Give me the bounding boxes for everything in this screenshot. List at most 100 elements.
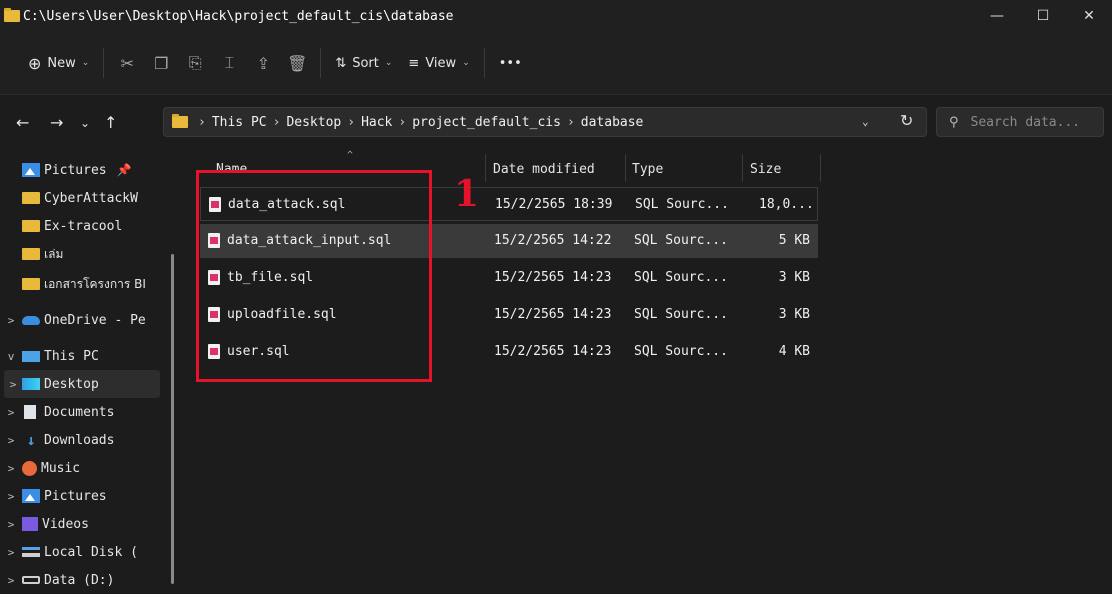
cut-icon[interactable]: ✂ bbox=[110, 54, 144, 73]
pc-icon bbox=[22, 350, 40, 362]
sidebar-item-desktop[interactable]: > Desktop bbox=[4, 370, 160, 398]
breadcrumb-database[interactable]: database bbox=[581, 115, 644, 130]
file-size: 5 KB bbox=[778, 233, 810, 248]
new-button[interactable]: ⊕ New ⌄ bbox=[20, 43, 97, 83]
breadcrumb-separator-icon: › bbox=[398, 114, 407, 130]
sidebar-item-label: Desktop bbox=[44, 376, 99, 392]
chevron-right-icon[interactable]: > bbox=[0, 546, 22, 559]
sidebar-item-data-drive[interactable]: > Data (D:) bbox=[0, 566, 170, 594]
sidebar-item-thai-folder[interactable]: เล่ม bbox=[0, 240, 170, 268]
sort-button[interactable]: ⇅ Sort ⌄ bbox=[327, 43, 400, 83]
sidebar-item-this-pc[interactable]: v This PC bbox=[0, 342, 170, 370]
file-type: SQL Sourc... bbox=[635, 197, 729, 212]
sidebar-item-videos[interactable]: > Videos bbox=[0, 510, 170, 538]
close-button[interactable]: ✕ bbox=[1066, 0, 1112, 32]
column-divider[interactable] bbox=[742, 154, 743, 182]
chevron-down-icon: ⌄ bbox=[462, 58, 470, 68]
chevron-right-icon[interactable]: > bbox=[0, 462, 22, 475]
breadcrumb-desktop[interactable]: Desktop bbox=[286, 115, 341, 130]
file-size: 18,0... bbox=[759, 197, 814, 212]
sidebar-item-label: Downloads bbox=[44, 432, 115, 448]
sidebar-item-label: Documents bbox=[44, 404, 115, 420]
sidebar-item-label: เล่ม bbox=[44, 246, 64, 261]
pin-icon: 📌 bbox=[116, 163, 132, 177]
up-arrow-icon[interactable]: ↑ bbox=[104, 113, 117, 132]
sidebar-item-label: Data (D:) bbox=[44, 572, 115, 588]
refresh-icon[interactable]: ↻ bbox=[900, 111, 913, 130]
chevron-down-icon[interactable]: v bbox=[0, 350, 22, 363]
address-bar[interactable]: › This PC › Desktop › Hack › project_def… bbox=[163, 107, 927, 137]
chevron-right-icon[interactable]: > bbox=[0, 574, 22, 587]
column-divider[interactable] bbox=[820, 154, 821, 182]
sidebar-item-onedrive[interactable]: > OneDrive - Pe bbox=[0, 306, 170, 334]
sidebar-scrollbar[interactable] bbox=[171, 254, 174, 584]
maximize-button[interactable]: ☐ bbox=[1020, 0, 1066, 32]
column-header-date[interactable]: Date modified bbox=[493, 154, 595, 184]
window-controls: — ☐ ✕ bbox=[974, 0, 1112, 32]
file-date: 15/2/2565 14:22 bbox=[494, 233, 612, 248]
file-date: 15/2/2565 14:23 bbox=[494, 307, 612, 322]
breadcrumb-hack[interactable]: Hack bbox=[361, 115, 392, 130]
drive-icon bbox=[22, 576, 40, 584]
sidebar-item-label: Music bbox=[41, 460, 81, 476]
breadcrumb-separator-icon: › bbox=[347, 114, 356, 130]
chevron-right-icon[interactable]: > bbox=[0, 314, 22, 327]
chevron-right-icon[interactable]: > bbox=[0, 434, 22, 447]
sidebar-item-documents[interactable]: > Documents bbox=[0, 398, 170, 426]
chevron-down-icon: ⌄ bbox=[384, 58, 393, 68]
sidebar-item-thai-docs[interactable]: เอกสารโครงการ BI bbox=[0, 270, 170, 298]
sidebar-item-pictures[interactable]: > Pictures bbox=[0, 482, 170, 510]
folder-icon bbox=[22, 192, 40, 204]
sidebar-item-music[interactable]: > Music bbox=[0, 454, 170, 482]
back-arrow-icon[interactable]: ← bbox=[16, 113, 29, 132]
view-button[interactable]: ≡ View ⌄ bbox=[400, 43, 477, 83]
rename-icon[interactable]: ⌶ bbox=[212, 53, 246, 73]
column-header-size[interactable]: Size bbox=[750, 154, 781, 184]
chevron-right-icon[interactable]: > bbox=[0, 518, 22, 531]
chevron-right-icon[interactable]: > bbox=[0, 406, 22, 419]
toolbar-divider bbox=[320, 48, 322, 78]
column-divider[interactable] bbox=[485, 154, 486, 182]
plus-circle-icon: ⊕ bbox=[28, 53, 42, 73]
chevron-down-icon: ⌄ bbox=[81, 58, 90, 68]
sidebar-item-pictures-quick[interactable]: Pictures 📌 bbox=[0, 156, 170, 184]
sidebar-item-downloads[interactable]: > ↓ Downloads bbox=[0, 426, 170, 454]
view-label: View bbox=[425, 55, 457, 71]
breadcrumb-this-pc[interactable]: This PC bbox=[212, 115, 267, 130]
address-dropdown-icon[interactable]: ⌄ bbox=[862, 115, 869, 128]
sort-label: Sort bbox=[352, 55, 379, 71]
sidebar-item-label: This PC bbox=[44, 348, 99, 364]
breadcrumb-separator-icon: › bbox=[198, 114, 206, 130]
window-title: C:\Users\User\Desktop\Hack\project_defau… bbox=[23, 8, 454, 24]
sidebar-item-local-disk[interactable]: > Local Disk ( bbox=[0, 538, 170, 566]
column-divider[interactable] bbox=[625, 154, 626, 182]
documents-icon bbox=[24, 405, 36, 419]
forward-arrow-icon[interactable]: → bbox=[50, 113, 63, 132]
sidebar-item-label: Videos bbox=[42, 516, 89, 532]
chevron-right-icon[interactable]: > bbox=[0, 490, 22, 503]
recent-locations-chevron-icon[interactable]: ⌄ bbox=[80, 116, 90, 130]
videos-icon bbox=[22, 517, 38, 531]
downloads-icon: ↓ bbox=[26, 431, 36, 449]
sidebar-item-cyberattackw[interactable]: CyberAttackW bbox=[0, 184, 170, 212]
paste-icon[interactable]: ⎘ bbox=[178, 53, 212, 73]
chevron-right-icon[interactable]: > bbox=[4, 378, 22, 391]
music-icon bbox=[22, 460, 37, 476]
more-options-button[interactable]: ••• bbox=[491, 43, 530, 83]
local-disk-icon bbox=[22, 547, 40, 557]
annotation-highlight-box bbox=[196, 170, 432, 382]
toolbar-divider bbox=[483, 48, 485, 78]
command-bar: ⊕ New ⌄ ✂ ❐ ⎘ ⌶ ⇪ 🗑 ⇅ Sort ⌄ ≡ View ⌄ ••… bbox=[0, 32, 1112, 94]
share-icon[interactable]: ⇪ bbox=[246, 54, 280, 73]
minimize-button[interactable]: — bbox=[974, 0, 1020, 32]
copy-icon[interactable]: ❐ bbox=[144, 54, 178, 73]
column-header-type[interactable]: Type bbox=[632, 154, 663, 184]
sidebar-item-label: CyberAttackW bbox=[44, 190, 138, 206]
breadcrumb-project[interactable]: project_default_cis bbox=[412, 115, 561, 130]
file-date: 15/2/2565 18:39 bbox=[495, 197, 613, 212]
folder-icon bbox=[172, 114, 188, 128]
search-box[interactable]: ⚲ Search data... bbox=[936, 107, 1104, 137]
sort-ascending-icon: ^ bbox=[347, 150, 354, 161]
delete-icon[interactable]: 🗑 bbox=[280, 54, 314, 73]
sidebar-item-ex-tracool[interactable]: Ex-tracool bbox=[0, 212, 170, 240]
